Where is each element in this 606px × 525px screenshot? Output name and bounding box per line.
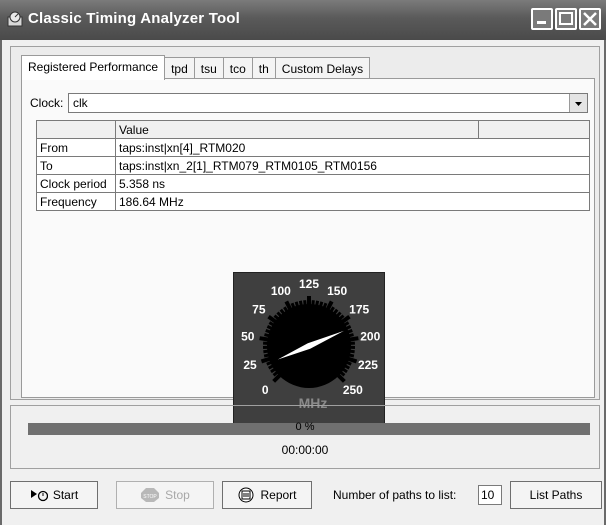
maximize-button[interactable] [555, 8, 577, 30]
title-bar: Classic Timing Analyzer Tool [0, 0, 606, 41]
clock-label: Clock: [30, 96, 64, 110]
client-area: Registered Performance tpd tsu tco th Cu… [0, 40, 606, 525]
gauge-label: 175 [349, 303, 369, 317]
elapsed-time: 00:00:00 [281, 443, 329, 457]
gauge-label: 75 [252, 303, 266, 317]
results-group: Registered Performance tpd tsu tco th Cu… [10, 46, 600, 424]
gauge-label: 225 [358, 358, 378, 372]
gauge-label: 50 [241, 329, 255, 343]
start-button[interactable]: Start [10, 481, 98, 509]
tab-custom-delays[interactable]: Custom Delays [274, 57, 371, 80]
list-paths-button[interactable]: List Paths [510, 481, 602, 509]
svg-text:STOP: STOP [143, 494, 157, 500]
paths-count-label: Number of paths to list: [333, 488, 457, 502]
row-name: From [36, 138, 116, 157]
table-row[interactable]: To taps:inst|xn_2[1]_RTM079_RTM0105_RTM0… [36, 156, 590, 175]
table-header-value: Value [115, 120, 479, 139]
gauge-dial: 0255075100 125 150175200225250MHz [241, 277, 380, 411]
table-row[interactable]: From taps:inst|xn[4]_RTM020 [36, 138, 590, 157]
stop-icon: STOP [141, 488, 160, 502]
row-name: To [36, 156, 116, 175]
row-name: Frequency [36, 192, 116, 211]
chevron-down-icon [575, 102, 582, 106]
gauge-label: 100 [271, 284, 291, 298]
clock-dropdown[interactable]: clk [68, 93, 588, 113]
report-label: Report [260, 488, 297, 502]
stop-label: Stop [165, 488, 190, 502]
report-button[interactable]: Report [222, 481, 312, 509]
tab-tpd[interactable]: tpd [164, 57, 195, 80]
tab-strip: Registered Performance tpd tsu tco th Cu… [21, 55, 371, 80]
gauge-label: 200 [360, 329, 380, 343]
gauge-label: 150 [327, 284, 347, 298]
window-title: Classic Timing Analyzer Tool [28, 10, 241, 27]
maximize-icon [559, 12, 573, 25]
row-value: taps:inst|xn_2[1]_RTM079_RTM0105_RTM0156 [115, 156, 590, 175]
table-row[interactable]: Frequency 186.64 MHz [36, 192, 590, 211]
tab-th[interactable]: th [251, 57, 276, 80]
row-name: Clock period [36, 174, 116, 193]
row-value: 186.64 MHz [115, 192, 590, 211]
tab-registered-performance[interactable]: Registered Performance [21, 55, 166, 80]
tab-panel-registered-performance: Clock: clk Value From taps:inst|xn[4]_RT… [21, 78, 595, 424]
row-value: taps:inst|xn[4]_RTM020 [115, 138, 590, 157]
start-icon [30, 490, 48, 502]
clock-value: clk [73, 96, 88, 110]
report-icon [238, 487, 254, 503]
table-row[interactable]: Clock period 5.358 ns [36, 174, 590, 193]
table-header-blank [36, 120, 116, 139]
app-icon [7, 11, 23, 27]
start-label: Start [52, 488, 79, 502]
close-icon [583, 12, 597, 26]
row-value: 5.358 ns [115, 174, 590, 193]
dropdown-button[interactable] [569, 94, 587, 112]
paths-count-input[interactable]: 10 [478, 485, 502, 505]
table-header-row: Value [36, 120, 590, 139]
table-header-extra [478, 120, 590, 139]
close-button[interactable] [579, 8, 601, 30]
gauge-label: 25 [243, 358, 257, 372]
stop-button[interactable]: STOP Stop [116, 481, 214, 509]
tab-tsu[interactable]: tsu [193, 57, 224, 80]
gauge-label: 125 [299, 277, 319, 291]
progress-group [10, 405, 600, 469]
gauge-label: 0 [262, 383, 269, 397]
frequency-gauge: 0 25 50 75 100 125 150 175 200 225 250 MHz [233, 272, 385, 424]
progress-percent: 0 % [295, 421, 315, 433]
performance-table: Value From taps:inst|xn[4]_RTM020 To tap… [36, 120, 590, 211]
minimize-icon [537, 21, 546, 24]
gauge-label: 250 [343, 383, 363, 397]
list-paths-label: List Paths [529, 488, 583, 502]
tab-tco[interactable]: tco [222, 57, 253, 80]
minimize-button[interactable] [531, 8, 553, 30]
